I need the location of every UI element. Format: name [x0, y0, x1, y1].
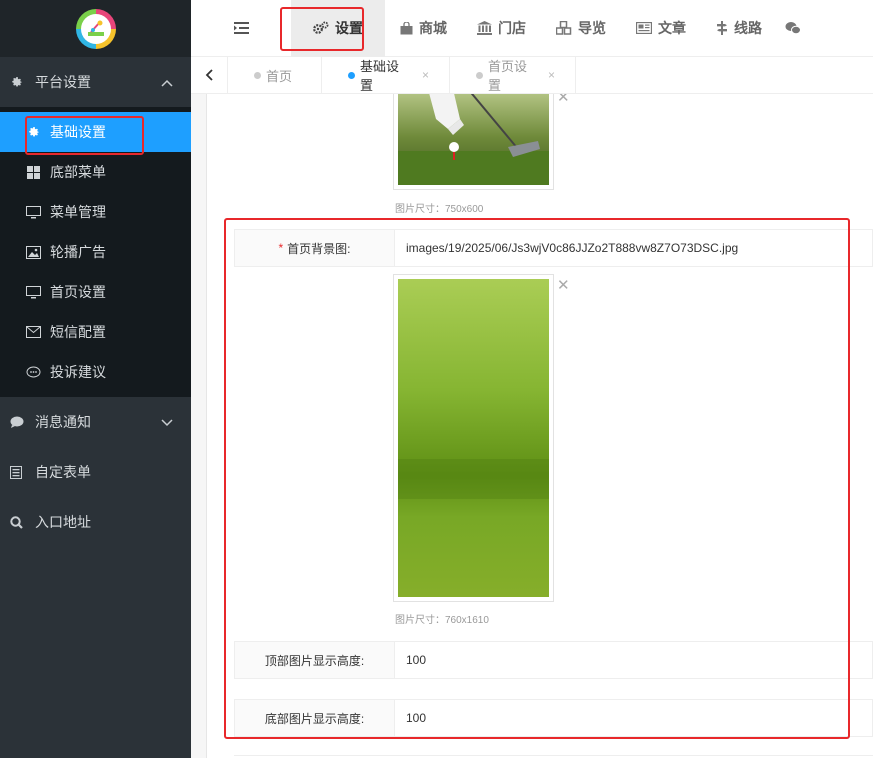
tab-scroll-left-icon[interactable] [191, 56, 228, 94]
nav-label: 导览 [578, 20, 606, 36]
monitor-icon [25, 285, 41, 299]
form-row-background-image: * 首页背景图: images/19/2025/06/Js3wjV0c86JJZ… [234, 229, 873, 267]
newspaper-icon [636, 22, 652, 34]
collapse-menu-icon[interactable] [191, 22, 291, 34]
form-row-top-image-height: 顶部图片显示高度: 100 [234, 641, 873, 679]
nav-guide[interactable]: 导览 [541, 0, 621, 57]
sidebar-item-label: 投诉建议 [50, 364, 106, 380]
tab-label: 基础设置 [360, 59, 400, 93]
sidebar-item-homepage-settings[interactable]: 首页设置 [0, 272, 191, 312]
tab-close-icon[interactable]: × [548, 68, 555, 82]
route-icon [716, 21, 728, 35]
form-label: 底部图片显示高度: [235, 700, 395, 736]
cubes-icon [556, 21, 572, 35]
nav-label: 线路 [734, 20, 762, 36]
tab-home[interactable]: 首页 [228, 56, 322, 94]
nav-routes[interactable]: 线路 [701, 0, 777, 57]
bg-image-size: 图片尺寸：760x1610 [395, 615, 489, 626]
tab-label: 首页 [266, 68, 293, 84]
tab-bar: 首页 基础设置 × 首页设置 × [191, 56, 873, 94]
nav-wechat[interactable] [777, 0, 815, 57]
nav-label: 商城 [419, 20, 447, 36]
sidebar-item-carousel-ads[interactable]: 轮播广告 [0, 232, 191, 272]
bg-image-thumbnail[interactable] [393, 274, 554, 602]
remove-top-image-icon[interactable]: ✕ [557, 94, 570, 106]
tab-dot [254, 71, 261, 79]
nav-label: 文章 [658, 20, 686, 36]
divider [234, 755, 873, 756]
bg-image-label: 首页背景图: [287, 241, 351, 256]
sidebar-item-label: 底部菜单 [50, 164, 106, 180]
sidebar-group-custom-forms[interactable]: 自定表单 [0, 447, 191, 497]
sidebar-group-platform-settings[interactable]: 平台设置 [0, 57, 191, 107]
golf-club-image [398, 94, 549, 185]
sidebar-item-label: 轮播广告 [50, 244, 106, 260]
sidebar-item-menu-management[interactable]: 菜单管理 [0, 192, 191, 232]
grass-background-image [398, 279, 549, 597]
remove-bg-image-icon[interactable]: ✕ [557, 276, 570, 294]
sidebar-item-label: 短信配置 [50, 324, 106, 340]
sidebar-item-label: 菜单管理 [50, 204, 106, 220]
grid-icon [25, 165, 41, 179]
nav-stores[interactable]: 门店 [462, 0, 541, 57]
top-image-size: 图片尺寸：750x600 [395, 204, 484, 215]
gears-icon [313, 21, 329, 35]
top-image-height-input[interactable]: 100 [395, 642, 872, 678]
app-logo[interactable] [75, 8, 116, 49]
form-panel: ✕ 图片尺寸：750x600 * 首页背景图: images/19/2025/0… [206, 94, 873, 758]
required-marker: * [278, 241, 284, 255]
logo-bar [0, 0, 191, 57]
bg-image-path-input[interactable]: images/19/2025/06/Js3wjV0c86JJZo2T888vw8… [395, 230, 872, 266]
tab-label: 首页设置 [488, 59, 528, 93]
form-label: 顶部图片显示高度: [235, 642, 395, 678]
gear-icon [10, 76, 26, 89]
nav-articles[interactable]: 文章 [621, 0, 701, 57]
sidebar-item-bottom-menu[interactable]: 底部菜单 [0, 152, 191, 192]
sidebar-item-sms-config[interactable]: 短信配置 [0, 312, 191, 352]
sidebar-group-entry-url[interactable]: 入口地址 [0, 497, 191, 547]
tab-homepage-settings[interactable]: 首页设置 × [450, 56, 576, 94]
monitor-icon [25, 205, 41, 219]
nav-settings[interactable]: 设置 [291, 0, 385, 57]
top-image-thumbnail[interactable] [393, 94, 554, 190]
top-navigation: 设置 商城 门店 导览 文章 线路 [191, 0, 873, 57]
tab-close-icon[interactable]: × [422, 68, 429, 82]
tab-basic-settings[interactable]: 基础设置 × [322, 56, 450, 94]
tab-dot [476, 71, 483, 79]
mail-icon [25, 326, 41, 338]
sidebar-item-label: 首页设置 [50, 284, 106, 300]
image-icon [25, 245, 41, 259]
chevron-up-icon [161, 74, 173, 90]
sidebar-group-label: 自定表单 [35, 464, 91, 480]
sidebar-group-label: 平台设置 [35, 74, 91, 90]
gear-icon [25, 126, 41, 139]
form-row-bottom-image-height: 底部图片显示高度: 100 [234, 699, 873, 737]
nav-label: 设置 [335, 20, 363, 36]
golf-logo-icon [87, 20, 104, 36]
sidebar-item-complaints[interactable]: 投诉建议 [0, 352, 191, 392]
form-label: * 首页背景图: [235, 230, 395, 266]
nav-label: 门店 [498, 20, 526, 36]
form-icon [10, 465, 26, 479]
main-content: ✕ 图片尺寸：750x600 * 首页背景图: images/19/2025/0… [191, 94, 873, 758]
nav-mall[interactable]: 商城 [385, 0, 462, 57]
sidebar-item-label: 基础设置 [50, 124, 106, 140]
sidebar-item-basic-settings[interactable]: 基础设置 [0, 112, 191, 152]
sidebar: 平台设置 基础设置 底部菜单 菜单管理 轮播广告 首页设置 短信配置 投诉建议 … [0, 0, 191, 758]
sidebar-group-label: 消息通知 [35, 414, 91, 430]
chevron-down-icon [161, 414, 173, 430]
bank-icon [477, 21, 492, 35]
bag-icon [400, 21, 413, 35]
wechat-icon [785, 21, 801, 35]
chat-icon [25, 366, 41, 379]
tab-dot [348, 71, 355, 79]
sidebar-group-notifications[interactable]: 消息通知 [0, 397, 191, 447]
submenu-platform-settings: 基础设置 底部菜单 菜单管理 轮播广告 首页设置 短信配置 投诉建议 [0, 107, 191, 397]
bottom-image-height-input[interactable]: 100 [395, 700, 872, 736]
chat-icon [10, 416, 26, 429]
search-icon [10, 515, 26, 529]
sidebar-group-label: 入口地址 [35, 514, 91, 530]
